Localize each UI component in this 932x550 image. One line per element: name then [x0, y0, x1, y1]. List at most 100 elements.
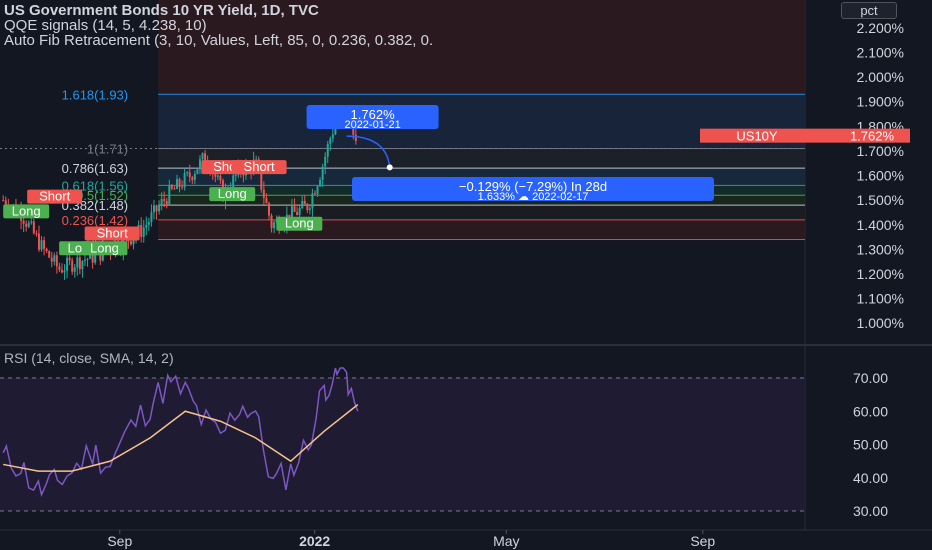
candle-body [45, 248, 48, 252]
candle-body [71, 260, 74, 272]
candle-body [183, 173, 186, 188]
long-signal-label: Long [285, 216, 314, 231]
candle-body [35, 233, 38, 235]
candle-body [152, 205, 155, 213]
candle-body [216, 175, 219, 177]
candle-body [60, 269, 63, 273]
candle-body [186, 172, 189, 174]
candle-body [40, 240, 43, 250]
candle-body [296, 212, 299, 215]
price-tick-label: 2.100% [857, 44, 904, 60]
measure-end: 1.633% ☁ 2022-02-17 [478, 191, 589, 203]
short-signal-label: Short [39, 189, 70, 204]
candle-body [48, 251, 51, 258]
candle-body [76, 257, 79, 268]
candle-body [198, 159, 201, 170]
candle-body [142, 227, 145, 237]
candle-body [175, 179, 178, 189]
measure-start-date: 2022-01-21 [344, 119, 400, 131]
candle-body [301, 200, 304, 208]
candle-body [265, 197, 268, 204]
candle-body [158, 205, 161, 212]
candle-body [43, 240, 46, 249]
candle-body [81, 260, 84, 270]
candle-body [63, 270, 66, 273]
candle-body [354, 134, 357, 142]
candle-body [173, 188, 176, 190]
candle-body [313, 193, 316, 195]
price-tick-label: 2.200% [857, 20, 904, 36]
candle-body [78, 257, 81, 270]
price-tick-label: 1.600% [857, 168, 904, 184]
candle-body [58, 266, 61, 270]
candle-body [191, 177, 194, 180]
time-tick-label: Sep [107, 533, 132, 549]
candle-body [321, 166, 324, 180]
candle-body [181, 186, 184, 188]
time-tick-label: Sep [690, 533, 715, 549]
candle-body [324, 156, 327, 167]
candle-body [201, 153, 204, 160]
short-signal-label: Short [97, 226, 128, 241]
candle-body [86, 258, 89, 260]
time-tick-label: 2022 [299, 533, 330, 549]
candle-body [50, 257, 53, 262]
candle-body [150, 212, 153, 223]
chart-title: US Government Bonds 10 YR Yield, 1D, TVC [4, 2, 319, 19]
qqe-indicator-label[interactable]: QQE signals (14, 5, 4.238, 10) [4, 18, 207, 33]
symbol-tag-value: 1.762% [850, 129, 895, 144]
rsi-tick-label: 70.00 [853, 370, 888, 386]
candle-body [326, 144, 329, 157]
rsi-indicator-label[interactable]: RSI (14, close, SMA, 14, 2) [4, 350, 174, 366]
candle-body [147, 222, 150, 225]
candle-body [25, 223, 28, 227]
candle-body [270, 215, 273, 229]
chart-canvas[interactable]: 1.618(1.93)1(1.71)0.786(1.63)0.618(1.56)… [0, 0, 932, 550]
candle-body [68, 257, 71, 261]
candle-body [311, 193, 314, 209]
price-tick-label: 1.900% [857, 94, 904, 110]
long-signal-label: Long [12, 203, 41, 218]
fib-indicator-label[interactable]: Auto Fib Retracement (3, 10, Values, Lef… [4, 33, 433, 48]
long-signal-label: Long [218, 186, 247, 201]
candle-body [155, 205, 158, 212]
candle-body [160, 199, 163, 206]
price-tick-label: 1.000% [857, 315, 904, 331]
price-tick-label: 1.700% [857, 143, 904, 159]
candle-body [170, 185, 173, 189]
candle-body [308, 208, 311, 211]
candle-body [219, 175, 222, 181]
candle-body [22, 220, 25, 224]
candle-body [66, 257, 69, 271]
candle-body [168, 185, 171, 205]
rsi-tick-label: 60.00 [853, 403, 888, 419]
candle-body [193, 173, 196, 180]
candle-body [303, 200, 306, 205]
candle-body [37, 233, 40, 250]
fib-zone-382 [158, 205, 805, 220]
candle-body [316, 186, 319, 195]
short-signal-label: Short [244, 159, 275, 174]
price-tick-label: 2.000% [857, 69, 904, 85]
candle-body [306, 204, 309, 211]
price-tick-label: 1.500% [857, 192, 904, 208]
rsi-tick-label: 40.00 [853, 470, 888, 486]
fib-level-label: 1.618(1.93) [62, 87, 129, 102]
rsi-tick-label: 30.00 [853, 503, 888, 519]
measure-end-dot [386, 164, 393, 171]
symbol-tag-name: US10Y [736, 129, 778, 144]
rsi-tick-label: 50.00 [853, 437, 888, 453]
candle-body [32, 221, 35, 234]
candle-body [55, 255, 58, 267]
price-tick-label: 1.400% [857, 217, 904, 233]
candle-body [30, 221, 33, 223]
candle-body [2, 200, 5, 202]
candle-body [53, 255, 56, 262]
candle-body [234, 175, 237, 177]
time-tick-label: May [493, 533, 519, 549]
candle-body [319, 179, 322, 187]
candle-body [262, 189, 265, 198]
candle-body [178, 179, 181, 187]
price-unit-button[interactable]: pct [841, 2, 897, 19]
fib-level-label: 0.786(1.63) [62, 161, 129, 176]
